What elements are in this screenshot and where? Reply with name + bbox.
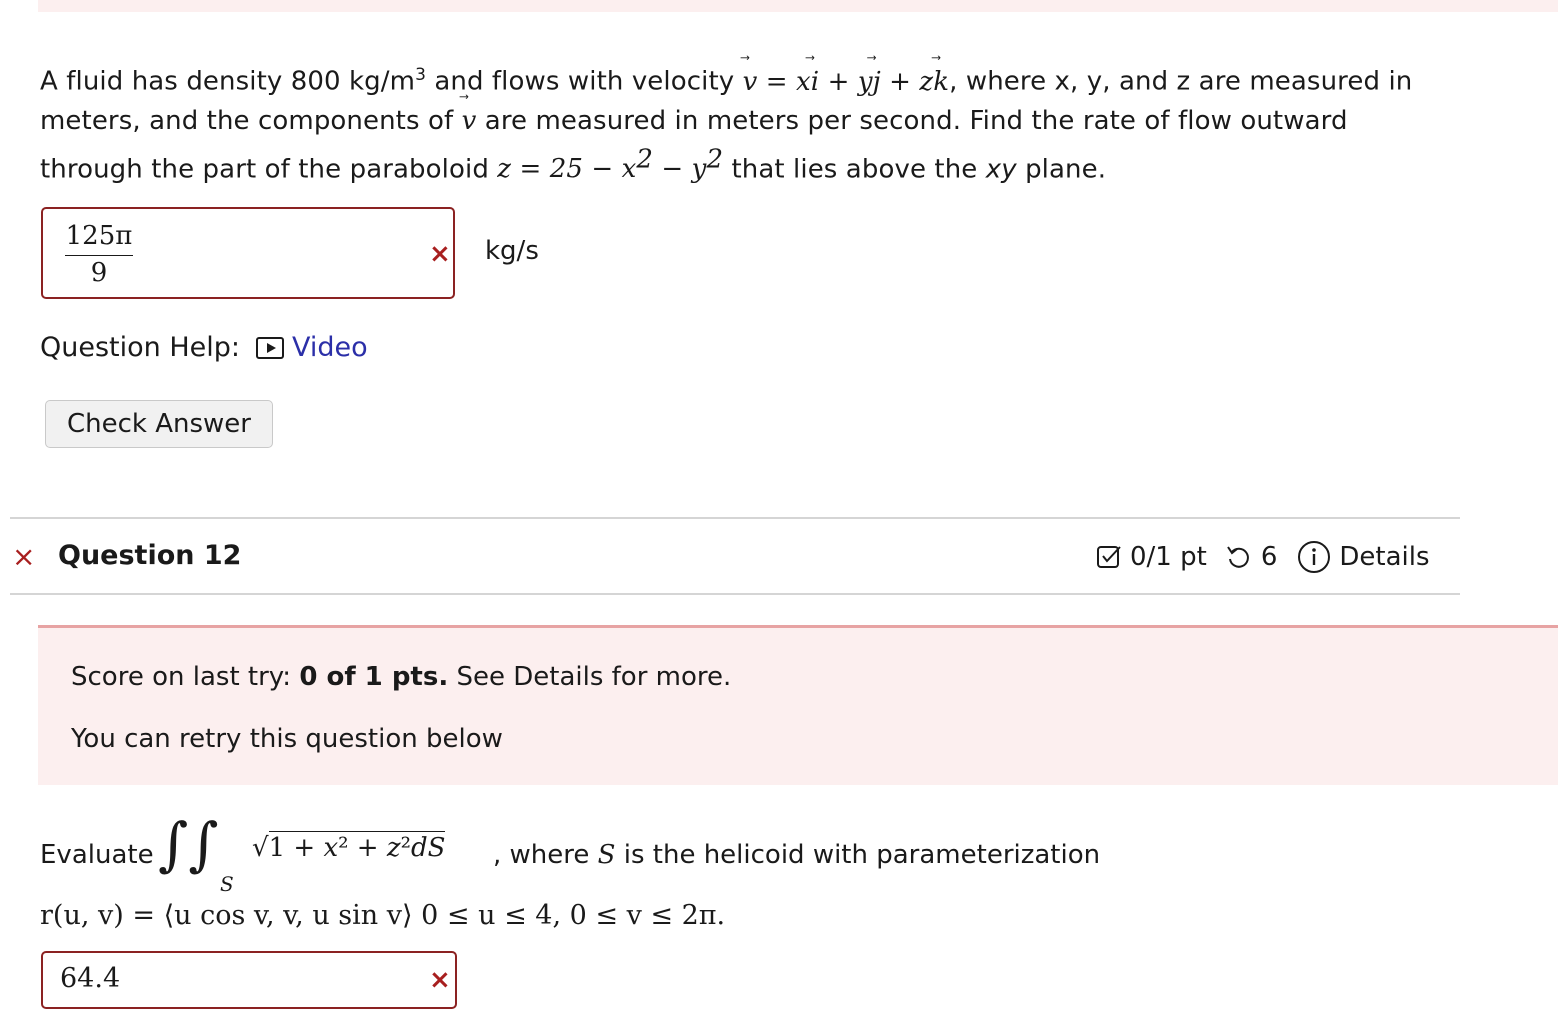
prompt-text: , where x, y, and z are measured in: [949, 66, 1413, 97]
prompt-text: meters, and the components of: [40, 105, 462, 136]
incorrect-icon: ×: [429, 239, 451, 269]
close-icon: ×: [12, 540, 36, 573]
retry-icon: [1226, 546, 1249, 568]
question-11-prompt: A fluid has density 800 kg/m3 and flows …: [40, 45, 1480, 189]
checkbox-icon: [1097, 546, 1121, 568]
integrand-expression: √1 + x² + z²dS: [252, 831, 446, 863]
video-play-icon: [256, 336, 284, 359]
points-value: 0/1 pt: [1130, 542, 1207, 572]
prompt-text: that lies above the: [723, 154, 986, 185]
divider: [10, 593, 1460, 595]
check-answer-button[interactable]: Check Answer: [45, 400, 273, 448]
double-integral-symbol: ∫∫: [158, 810, 219, 878]
score-on-last-try: Score on last try: 0 of 1 pts. See Detai…: [71, 662, 732, 692]
prompt-text: through the part of the paraboloid: [40, 154, 498, 185]
score-feedback-panel: Score on last try: 0 of 1 pts. See Detai…: [38, 625, 1558, 785]
paraboloid-expression: z = 25 − x2 − y2: [497, 144, 724, 185]
fraction-denominator: 9: [90, 258, 108, 288]
evaluate-label: Evaluate: [40, 840, 154, 870]
video-link-label: Video: [292, 332, 368, 363]
details-link[interactable]: Details: [1339, 542, 1429, 572]
question-help-label: Question Help:: [40, 332, 240, 363]
answer-unit: kg/s: [485, 236, 539, 266]
retry-message: You can retry this question below: [71, 724, 503, 754]
velocity-expression: v = xi + yj + zk: [743, 45, 950, 97]
answer-value: 64.4: [60, 963, 121, 994]
divider: [10, 517, 1460, 519]
prompt-text: A fluid has density 800 kg/m: [40, 66, 416, 97]
incorrect-icon: ×: [429, 965, 451, 995]
question-12-title: Question 12: [58, 540, 242, 571]
previous-panel-strip: [38, 0, 1558, 12]
integral-subscript: S: [220, 872, 234, 896]
question-12-meta: 0/1 pt 6 Details: [1096, 540, 1430, 574]
prompt-text: are measured in meters per second. Find …: [476, 105, 1348, 136]
prompt-text: , where S is the helicoid with parameter…: [493, 840, 1101, 870]
video-help-link[interactable]: Video: [256, 332, 368, 363]
parameterization-expression: r(u, v) = ⟨u cos v, v, u sin v⟩ 0 ≤ u ≤ …: [40, 900, 726, 931]
answer-fraction: 125π 9: [65, 221, 133, 290]
fraction-numerator: 125π: [65, 221, 133, 256]
prompt-superscript: 3: [415, 65, 426, 85]
velocity-symbol: v: [462, 84, 477, 141]
prompt-text: plane.: [1016, 154, 1107, 185]
prompt-text: xy: [985, 154, 1017, 185]
info-icon[interactable]: [1297, 540, 1331, 574]
answer-input-q11[interactable]: 125π 9 ×: [41, 207, 455, 299]
answer-input-q12[interactable]: 64.4 ×: [41, 951, 457, 1009]
retries-count: 6: [1260, 542, 1278, 572]
